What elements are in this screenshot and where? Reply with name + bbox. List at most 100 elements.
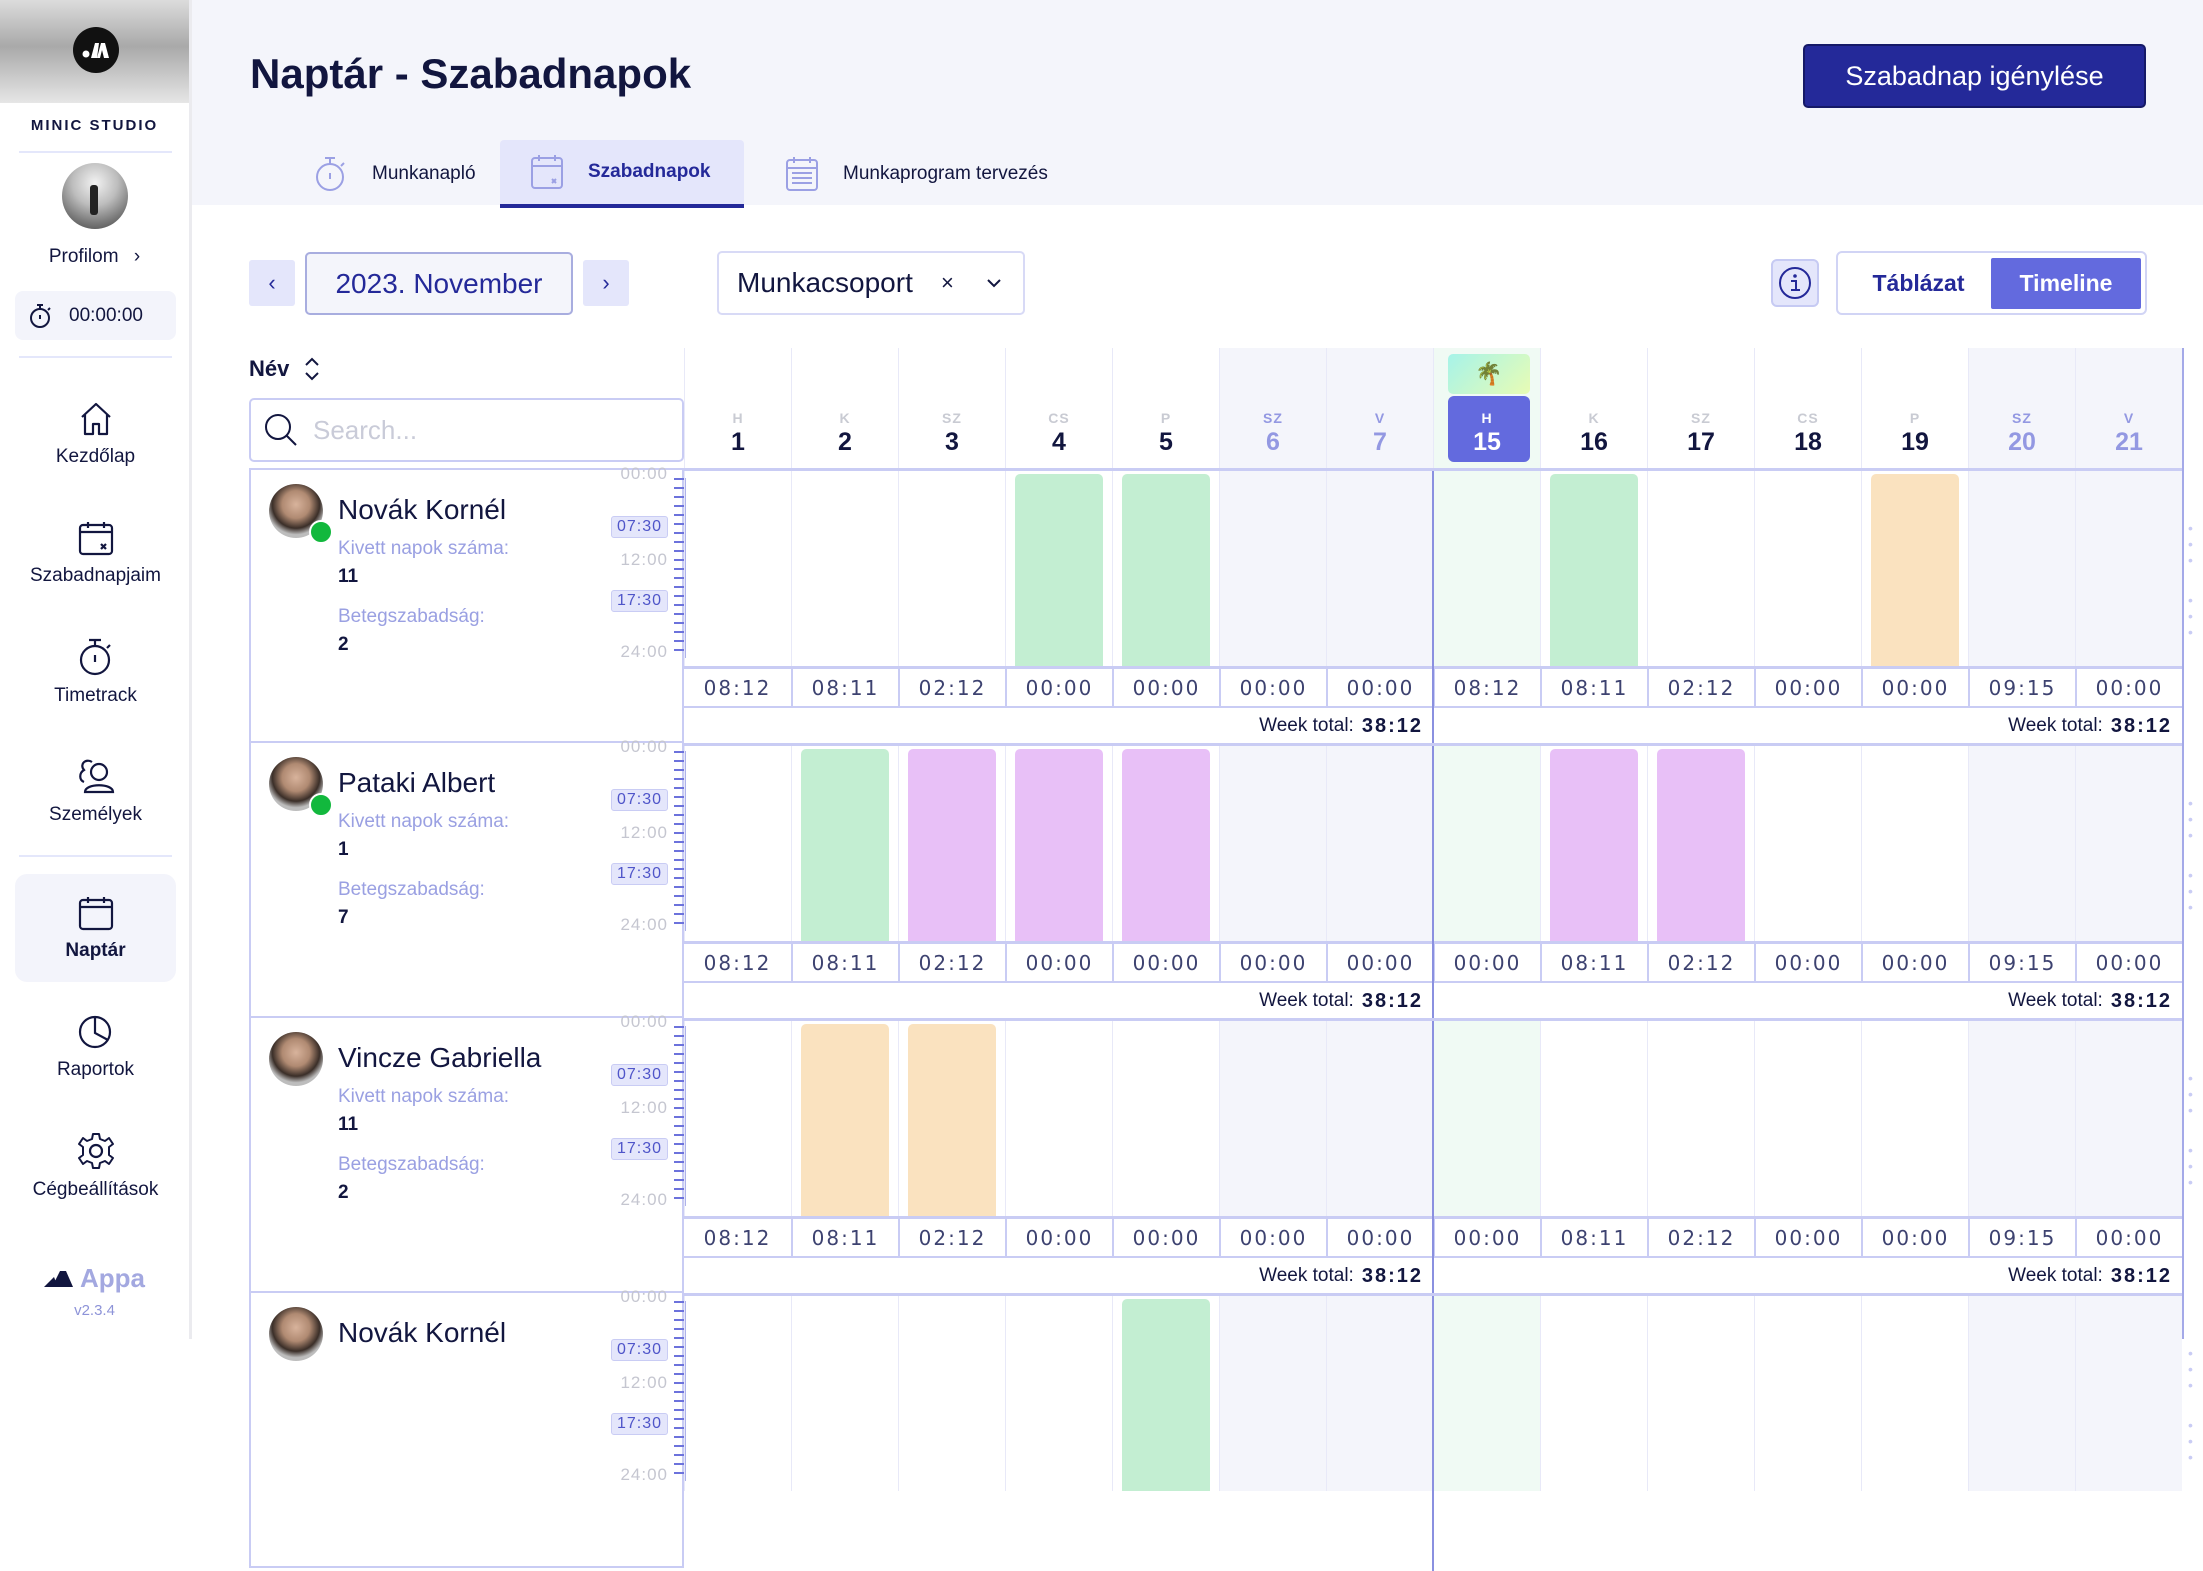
day-cell[interactable] bbox=[2075, 1296, 2182, 1491]
day-cell[interactable] bbox=[1968, 471, 2075, 666]
request-leave-button[interactable]: Szabadnap igénylése bbox=[1803, 44, 2146, 108]
nav-item-naptar[interactable]: Naptár bbox=[15, 874, 176, 982]
day-cell[interactable] bbox=[1005, 1296, 1112, 1491]
company-logo-icon[interactable] bbox=[73, 27, 119, 73]
leave-bar-other[interactable] bbox=[1015, 749, 1103, 941]
day-header-17[interactable]: SZ 17 bbox=[1647, 348, 1754, 468]
day-cell[interactable] bbox=[898, 1296, 1005, 1491]
leave-bar-other[interactable] bbox=[1657, 749, 1745, 941]
day-cell[interactable] bbox=[791, 746, 898, 941]
day-header-18[interactable]: CS 18 bbox=[1754, 348, 1861, 468]
day-cell[interactable] bbox=[1540, 1021, 1647, 1216]
day-cell[interactable] bbox=[1540, 471, 1647, 666]
day-cell[interactable] bbox=[1005, 1021, 1112, 1216]
day-cell[interactable] bbox=[1647, 471, 1754, 666]
day-header-15[interactable]: 🌴 H 15 bbox=[1433, 348, 1540, 468]
day-cell[interactable] bbox=[1112, 1021, 1219, 1216]
person-card[interactable]: Novák Kornél 00:00 12:00 24:00 07:30 17:30 bbox=[249, 1287, 686, 1568]
day-cell[interactable] bbox=[1647, 746, 1754, 941]
day-cell[interactable] bbox=[1754, 1296, 1861, 1491]
nav-item-kezdolap[interactable]: Kezdőlap bbox=[15, 380, 176, 488]
leave-bar-vacation[interactable] bbox=[1550, 474, 1638, 666]
holiday-palm-icon[interactable]: 🌴 bbox=[1448, 354, 1530, 394]
tab-munkaprogram[interactable]: Munkaprogram tervezés bbox=[755, 140, 1078, 208]
person-card[interactable]: Pataki Albert Kivett napok száma: 1 Betegsz… bbox=[249, 737, 686, 1018]
nav-item-timetrack[interactable]: Timetrack bbox=[15, 618, 176, 726]
nav-item-szabadnapjaim[interactable]: Szabadnapjaim bbox=[15, 499, 176, 607]
day-cell[interactable] bbox=[1861, 746, 1968, 941]
day-header-6[interactable]: SZ 6 bbox=[1219, 348, 1326, 468]
nav-item-raportok[interactable]: Raportok bbox=[15, 993, 176, 1101]
month-picker[interactable]: 2023. November bbox=[305, 252, 573, 315]
day-header-4[interactable]: CS 4 bbox=[1005, 348, 1112, 468]
day-cell[interactable] bbox=[1112, 1296, 1219, 1491]
user-avatar[interactable] bbox=[62, 163, 128, 229]
day-cell[interactable] bbox=[1647, 1021, 1754, 1216]
work-hours-chip[interactable]: 07:30 bbox=[610, 789, 668, 811]
leave-bar-vacation[interactable] bbox=[1015, 474, 1103, 666]
person-name[interactable]: Vincze Gabriella bbox=[338, 1042, 541, 1074]
leave-bar-sick[interactable] bbox=[908, 1024, 996, 1216]
leave-bar-other[interactable] bbox=[1550, 749, 1638, 941]
day-cell[interactable] bbox=[791, 1296, 898, 1491]
day-cell[interactable] bbox=[1005, 746, 1112, 941]
tab-munkanaplo[interactable]: Munkanapló bbox=[284, 140, 506, 208]
day-cell[interactable] bbox=[1968, 746, 2075, 941]
day-cell[interactable] bbox=[1433, 746, 1540, 941]
day-cell[interactable] bbox=[1968, 1021, 2075, 1216]
view-option-table[interactable]: Táblázat bbox=[1846, 258, 1991, 309]
leave-bar-other[interactable] bbox=[908, 749, 996, 941]
day-cell[interactable] bbox=[1326, 1021, 1433, 1216]
day-header-1[interactable]: H1 bbox=[684, 348, 791, 468]
work-hours-chip[interactable]: 17:30 bbox=[610, 590, 668, 612]
day-cell[interactable] bbox=[684, 471, 791, 666]
leave-bar-other[interactable] bbox=[1122, 749, 1210, 941]
view-option-timeline[interactable]: Timeline bbox=[1991, 258, 2141, 309]
work-hours-chip[interactable]: 17:30 bbox=[610, 1138, 668, 1160]
person-name[interactable]: Novák Kornél bbox=[338, 1317, 506, 1349]
day-cell[interactable] bbox=[1433, 471, 1540, 666]
day-cell[interactable] bbox=[1433, 1021, 1540, 1216]
leave-bar-vacation[interactable] bbox=[801, 749, 889, 941]
day-cell[interactable] bbox=[1754, 471, 1861, 666]
leave-bar-vacation[interactable] bbox=[1122, 474, 1210, 666]
person-card[interactable]: Vincze Gabriella Kivett napok száma: 11 Bet… bbox=[249, 1012, 686, 1293]
day-cell[interactable] bbox=[1540, 1296, 1647, 1491]
day-header-3[interactable]: SZ 3 bbox=[898, 348, 1005, 468]
day-cell[interactable] bbox=[1647, 1296, 1754, 1491]
prev-month-button[interactable]: ‹ bbox=[249, 260, 295, 306]
info-button[interactable] bbox=[1771, 259, 1819, 307]
day-cell[interactable] bbox=[684, 1296, 791, 1491]
day-cell[interactable] bbox=[684, 1021, 791, 1216]
day-cell[interactable] bbox=[1219, 746, 1326, 941]
day-header-2[interactable]: K2 bbox=[791, 348, 898, 468]
person-card[interactable]: Novák Kornél Kivett napok száma: 11 Betegsz… bbox=[249, 464, 686, 743]
day-cell[interactable] bbox=[1754, 1021, 1861, 1216]
day-cell[interactable] bbox=[1433, 1296, 1540, 1491]
day-cell[interactable] bbox=[1754, 746, 1861, 941]
day-cell[interactable] bbox=[2075, 471, 2182, 666]
day-cell[interactable] bbox=[1219, 1021, 1326, 1216]
person-avatar[interactable] bbox=[269, 1032, 323, 1086]
work-hours-chip[interactable]: 07:30 bbox=[610, 516, 668, 538]
day-cell[interactable] bbox=[1326, 471, 1433, 666]
day-cell[interactable] bbox=[898, 746, 1005, 941]
day-cell[interactable] bbox=[791, 471, 898, 666]
next-month-button[interactable]: › bbox=[583, 260, 629, 306]
nav-item-szemelyek[interactable]: Személyek bbox=[15, 737, 176, 845]
day-cell[interactable] bbox=[1112, 746, 1219, 941]
day-cell[interactable] bbox=[1326, 1296, 1433, 1491]
person-name[interactable]: Novák Kornél bbox=[338, 494, 506, 526]
day-header-5[interactable]: P5 bbox=[1112, 348, 1219, 468]
day-cell[interactable] bbox=[1326, 746, 1433, 941]
day-cell[interactable] bbox=[1861, 471, 1968, 666]
day-cell[interactable] bbox=[2075, 746, 2182, 941]
leave-bar-sick[interactable] bbox=[1871, 474, 1959, 666]
nav-item-cegbeallitasok[interactable]: Cégbeállítások bbox=[15, 1112, 176, 1220]
day-cell[interactable] bbox=[1968, 1296, 2075, 1491]
chevron-down-icon[interactable] bbox=[985, 271, 1003, 295]
leave-bar-vacation[interactable] bbox=[1122, 1299, 1210, 1491]
profile-link[interactable]: Profilom › bbox=[0, 246, 189, 268]
day-cell[interactable] bbox=[1219, 471, 1326, 666]
clear-icon[interactable]: × bbox=[941, 270, 954, 296]
